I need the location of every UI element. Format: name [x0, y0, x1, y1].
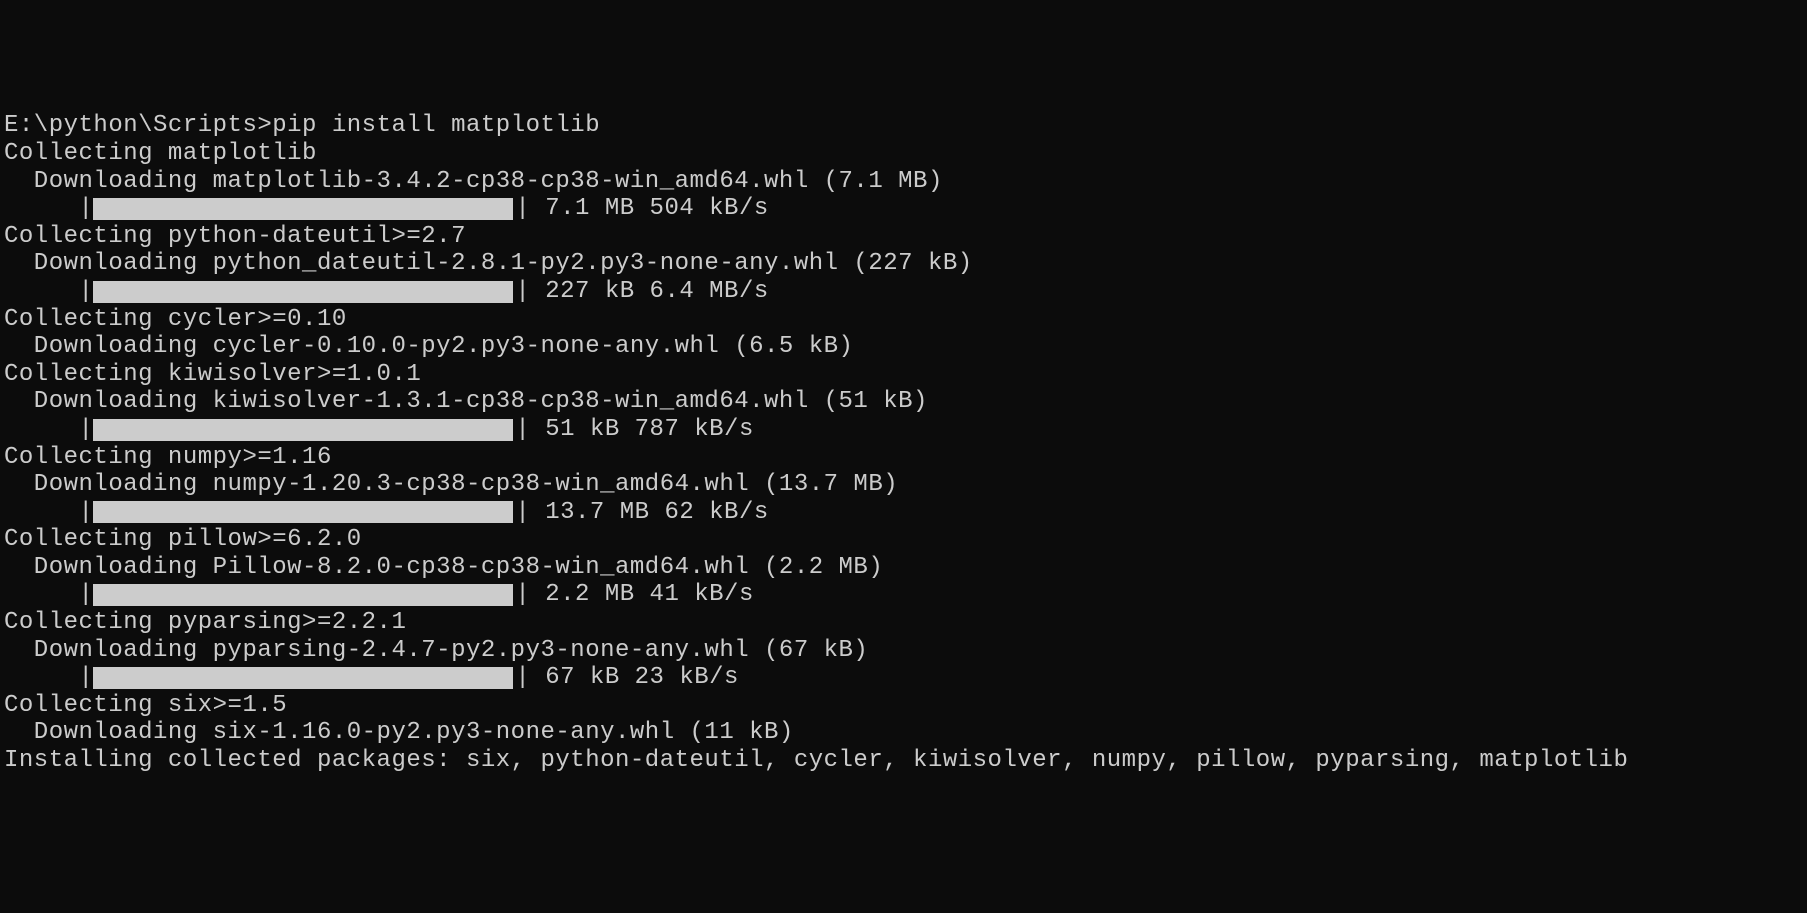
progress-status: | 67 kB 23 kB/s: [515, 664, 739, 692]
progress-prefix: |: [4, 416, 93, 444]
downloading-line: Downloading six-1.16.0-py2.py3-none-any.…: [4, 719, 1803, 747]
collecting-line: Collecting six>=1.5: [4, 692, 1803, 720]
progress-bar: [93, 501, 513, 523]
progress-bar: [93, 667, 513, 689]
prompt: E:\python\Scripts>: [4, 112, 272, 139]
progress-line: | | 7.1 MB 504 kB/s: [4, 195, 1803, 223]
progress-line: | | 2.2 MB 41 kB/s: [4, 581, 1803, 609]
progress-prefix: |: [4, 195, 93, 223]
progress-prefix: |: [4, 278, 93, 306]
progress-status: | 51 kB 787 kB/s: [515, 416, 753, 444]
downloading-line: Downloading Pillow-8.2.0-cp38-cp38-win_a…: [4, 554, 1803, 582]
downloading-line: Downloading matplotlib-3.4.2-cp38-cp38-w…: [4, 168, 1803, 196]
collecting-line: Collecting cycler>=0.10: [4, 306, 1803, 334]
command-text: pip install matplotlib: [272, 112, 600, 139]
command-line: E:\python\Scripts>pip install matplotlib: [4, 112, 1803, 140]
downloading-line: Downloading python_dateutil-2.8.1-py2.py…: [4, 250, 1803, 278]
progress-status: | 227 kB 6.4 MB/s: [515, 278, 768, 306]
progress-prefix: |: [4, 499, 93, 527]
installing-line: Installing collected packages: six, pyth…: [4, 747, 1803, 775]
progress-status: | 2.2 MB 41 kB/s: [515, 581, 753, 609]
collecting-line: Collecting numpy>=1.16: [4, 444, 1803, 472]
collecting-line: Collecting pyparsing>=2.2.1: [4, 609, 1803, 637]
progress-status: | 7.1 MB 504 kB/s: [515, 195, 768, 223]
progress-line: | | 13.7 MB 62 kB/s: [4, 499, 1803, 527]
downloading-line: Downloading numpy-1.20.3-cp38-cp38-win_a…: [4, 471, 1803, 499]
collecting-line: Collecting python-dateutil>=2.7: [4, 223, 1803, 251]
progress-bar: [93, 584, 513, 606]
progress-bar: [93, 419, 513, 441]
progress-prefix: |: [4, 664, 93, 692]
terminal-output[interactable]: E:\python\Scripts>pip install matplotlib…: [4, 112, 1803, 774]
downloading-line: Downloading pyparsing-2.4.7-py2.py3-none…: [4, 637, 1803, 665]
progress-line: | | 51 kB 787 kB/s: [4, 416, 1803, 444]
collecting-line: Collecting pillow>=6.2.0: [4, 526, 1803, 554]
progress-status: | 13.7 MB 62 kB/s: [515, 499, 768, 527]
collecting-line: Collecting matplotlib: [4, 140, 1803, 168]
progress-bar: [93, 281, 513, 303]
progress-line: | | 227 kB 6.4 MB/s: [4, 278, 1803, 306]
collecting-line: Collecting kiwisolver>=1.0.1: [4, 361, 1803, 389]
progress-prefix: |: [4, 581, 93, 609]
progress-bar: [93, 198, 513, 220]
downloading-line: Downloading kiwisolver-1.3.1-cp38-cp38-w…: [4, 388, 1803, 416]
downloading-line: Downloading cycler-0.10.0-py2.py3-none-a…: [4, 333, 1803, 361]
progress-line: | | 67 kB 23 kB/s: [4, 664, 1803, 692]
